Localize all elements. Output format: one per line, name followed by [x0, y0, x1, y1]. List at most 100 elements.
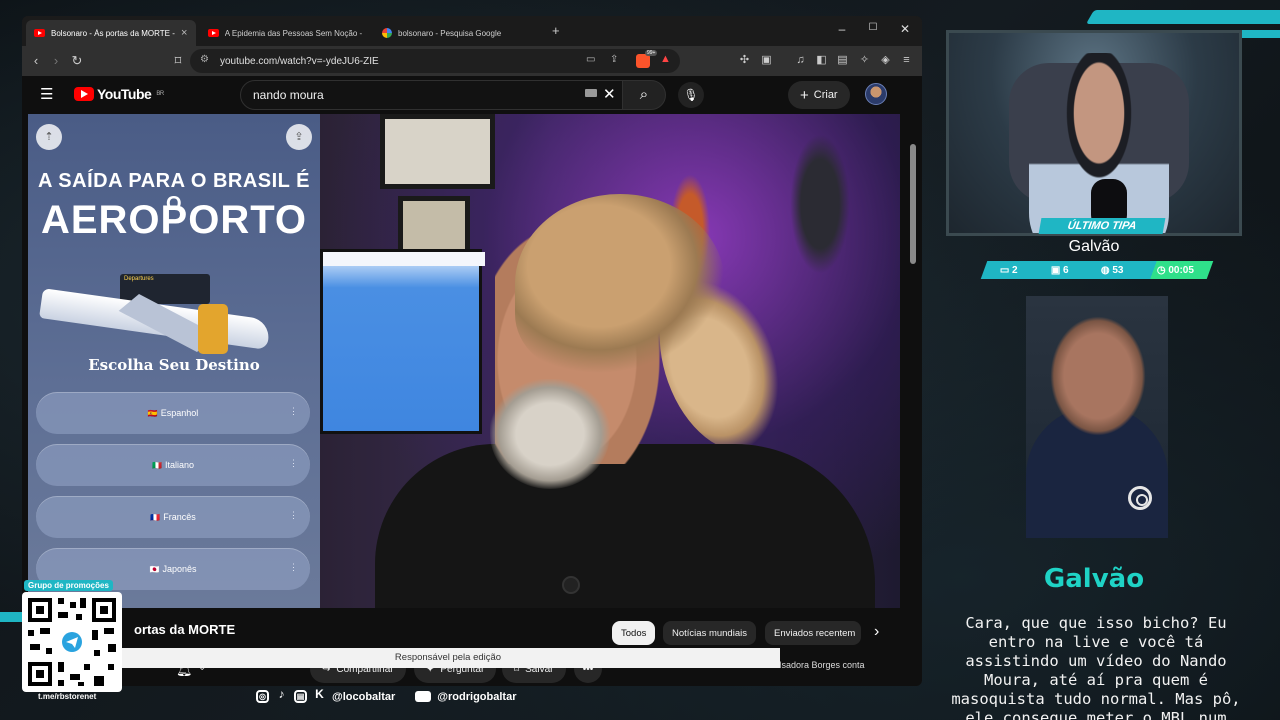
keyboard-icon[interactable]: [585, 89, 597, 97]
search-button[interactable]: ⌕: [622, 80, 666, 110]
bookmark-icon[interactable]: ⌑: [170, 53, 186, 69]
language-option-frances[interactable]: 🇫🇷 Francês ⋮: [36, 496, 310, 538]
ad-subtitle: Escolha Seu Destino: [88, 356, 260, 374]
more-options-icon[interactable]: ⋮: [289, 510, 298, 521]
tooltip: Responsável pela edição: [116, 648, 780, 668]
scrollbar-thumb[interactable]: [910, 144, 916, 264]
more-options-icon[interactable]: ⋮: [289, 458, 298, 469]
video-title: ortas da MORTE: [134, 622, 236, 637]
cast-icon[interactable]: ▭: [586, 54, 595, 65]
tab-title: Bolsonaro - Às portas da MORTE - YouT: [51, 28, 175, 38]
rewards-icon[interactable]: ▲: [660, 53, 671, 65]
maximize-button[interactable]: ☐: [863, 22, 883, 33]
handle-locobaltar: @locobaltar: [332, 690, 396, 703]
youtube-icon: [415, 691, 432, 702]
music-icon[interactable]: ♫: [794, 54, 807, 67]
flag-icon: 🇫🇷: [150, 512, 161, 522]
tab-title: bolsonaro - Pesquisa Google: [398, 28, 502, 38]
close-tab-icon[interactable]: ×: [181, 27, 187, 39]
flag-icon: 🇯🇵: [149, 564, 160, 574]
qr-code: [22, 592, 122, 692]
wallet-icon[interactable]: ▤: [836, 54, 849, 67]
chat-count: ▭ 2: [1000, 264, 1019, 276]
qr-url: t.me/rbstorenet: [38, 692, 97, 701]
person-hair: [515, 194, 725, 374]
chat-icon: ▭: [1000, 264, 1013, 276]
url-text: youtube.com/watch?v=-ydeJU6-ZIE: [220, 55, 379, 67]
qr-caption: Grupo de promoções: [24, 580, 113, 591]
chip-todos[interactable]: Todos: [612, 621, 656, 645]
forward-icon[interactable]: ›: [48, 53, 64, 68]
video-count: ▣ 6: [1050, 264, 1069, 276]
social-handles: ◎ ♪ ▤ K @locobaltar @rodrigobaltar: [256, 687, 516, 703]
tab-google-search[interactable]: bolsonaro - Pesquisa Google: [374, 20, 544, 46]
browser-window: Bolsonaro - Às portas da MORTE - YouT × …: [22, 16, 922, 686]
reload-icon[interactable]: ↻: [69, 53, 85, 69]
departures-label: Departures: [124, 276, 154, 282]
video-player[interactable]: [320, 114, 900, 608]
vpn-icon[interactable]: ◈: [879, 54, 892, 67]
share-icon[interactable]: ⇪: [610, 54, 618, 65]
share-icon[interactable]: ⇪: [286, 124, 312, 150]
back-icon[interactable]: ‹: [28, 53, 44, 68]
chip-enviados-recentemente[interactable]: Enviados recentem: [765, 621, 861, 645]
chevron-right-icon[interactable]: ›: [874, 623, 879, 641]
ad-panel[interactable]: ⇡ ⇪ A SAÍDA PARA O BRASIL É O AEROPORTO …: [28, 114, 320, 608]
guitar: [790, 134, 850, 274]
search-value: nando moura: [253, 88, 324, 102]
hamburger-menu-icon[interactable]: ☰: [40, 85, 53, 103]
scrollbar[interactable]: [910, 144, 916, 686]
timer: ◷ 00:05: [1156, 264, 1194, 276]
leo-ai-icon[interactable]: ✧: [858, 54, 871, 67]
voice-search-button[interactable]: 🎙: [678, 82, 704, 108]
brave-shields-icon[interactable]: [636, 54, 650, 68]
screenshot-icon[interactable]: ▣: [760, 54, 773, 67]
avatar[interactable]: [865, 83, 887, 105]
video-icon: ▣: [1050, 264, 1064, 276]
streamer-name: Galvão: [1068, 238, 1120, 255]
more-options-icon[interactable]: ⋮: [289, 562, 298, 573]
tiktok-icon: ♪: [278, 687, 285, 701]
new-tab-button[interactable]: +: [552, 23, 560, 38]
guest-video: [1026, 296, 1168, 538]
youtube-logo[interactable]: YouTube BR: [74, 86, 164, 102]
plus-icon: +: [800, 86, 809, 104]
close-window-button[interactable]: ✕: [895, 22, 915, 36]
person-beard: [490, 379, 610, 489]
pin-icon[interactable]: ⇡: [36, 124, 62, 150]
instagram-icon: ◎: [256, 690, 269, 703]
more-options-icon[interactable]: ⋮: [289, 406, 298, 417]
decor-streak: [1085, 10, 1280, 24]
menu-icon[interactable]: ≡: [900, 54, 913, 67]
minimize-button[interactable]: –: [832, 22, 852, 36]
clear-search-icon[interactable]: ✕: [603, 85, 616, 103]
youtube-icon: [208, 29, 219, 37]
tab-bolsonaro-video[interactable]: Bolsonaro - Às portas da MORTE - YouT ×: [26, 20, 196, 46]
chip-noticias-mundiais[interactable]: Notícias mundiais: [663, 621, 756, 645]
google-icon: [382, 28, 392, 38]
youtube-play-icon: [74, 87, 94, 101]
extensions-icon[interactable]: ✣: [738, 54, 751, 67]
language-label: Italiano: [164, 460, 194, 470]
viewers-icon: ◍: [1101, 264, 1113, 276]
ad-headline-big: AEROPORTO: [40, 198, 308, 242]
search-input[interactable]: nando moura ✕: [240, 80, 630, 110]
language-option-espanhol[interactable]: 🇪🇸 Espanhol ⋮: [36, 392, 310, 434]
flag-icon: 🇪🇸: [147, 408, 158, 418]
tab-epidemia-video[interactable]: A Epidemia das Pessoas Sem Noção - YouTu: [200, 20, 370, 46]
suitcase-icon: [198, 304, 228, 354]
live-caption: Cara, que que isso bicho? Eu entro na li…: [951, 614, 1241, 720]
sidebar-icon[interactable]: ◧: [815, 54, 828, 67]
tab-bar: Bolsonaro - Às portas da MORTE - YouT × …: [22, 16, 922, 46]
site-info-icon[interactable]: ⚙: [200, 54, 209, 65]
region-code: BR: [156, 91, 164, 97]
streamer-webcam: [946, 30, 1242, 236]
shields-badge: 99+: [645, 50, 658, 56]
browser-toolbar: ‹ › ↻ ⌑ ⚙ youtube.com/watch?v=-ydeJU6-ZI…: [22, 46, 922, 76]
address-bar[interactable]: ⚙ youtube.com/watch?v=-ydeJU6-ZIE ▭ ⇪ 99…: [190, 49, 680, 73]
create-button[interactable]: + Criar: [788, 81, 850, 109]
twitch-icon: ▤: [294, 690, 307, 703]
language-option-italiano[interactable]: 🇮🇹 Italiano ⋮: [36, 444, 310, 486]
clock-icon: ◷: [1156, 264, 1169, 276]
microphone-icon: 🎙: [683, 88, 699, 102]
